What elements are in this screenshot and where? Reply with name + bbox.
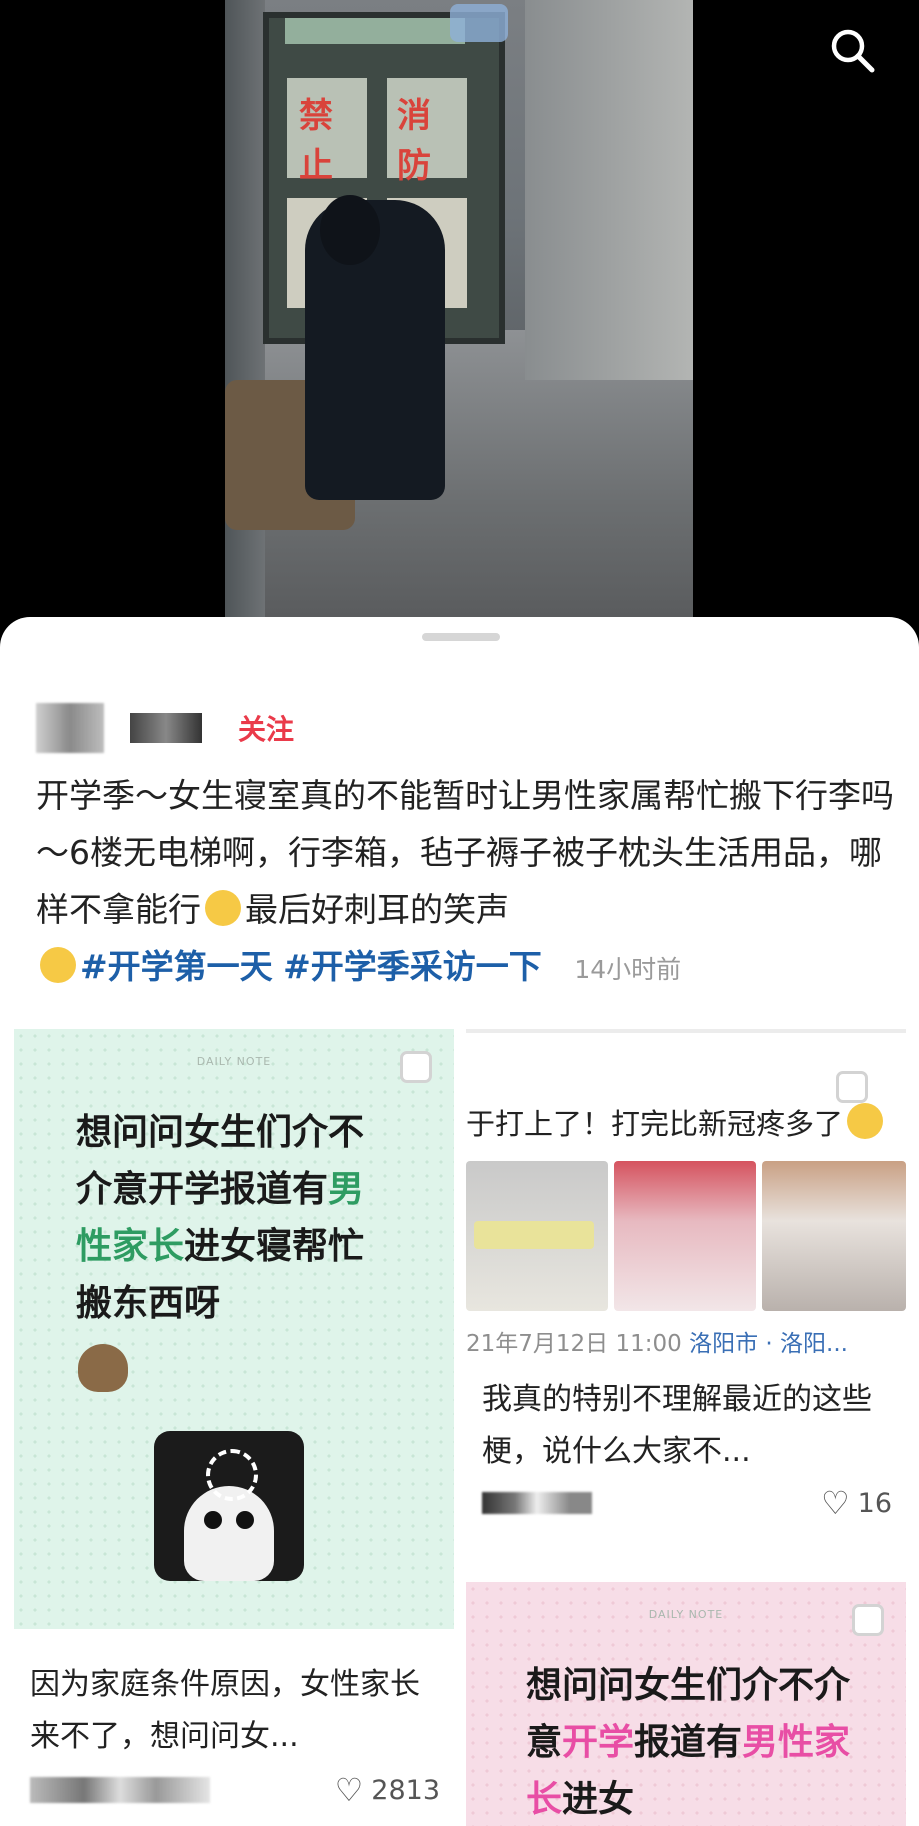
sweat-emoji-icon xyxy=(205,890,241,926)
note-cover: DAILY NOTE 想问问女生们介不介意开学报道有男性家长进女 xyxy=(466,1582,906,1826)
checkbox-icon xyxy=(400,1051,432,1083)
hashtag-interview[interactable]: #开学季采访一下 xyxy=(283,947,542,986)
card-text: 因为家庭条件原因，女性家长来不了，想问问女... xyxy=(30,1667,420,1754)
card-meta: 21年7月12日 11:00 洛阳市 · 洛阳... xyxy=(466,1331,848,1357)
post-body: 开学季～女生寝室真的不能暂时让男性家属帮忙搬下行李吗～6楼无电梯啊，行李箱，毡子… xyxy=(36,767,896,998)
card-footer: ♡ 2813 xyxy=(30,1771,440,1811)
thumbnail-image xyxy=(466,1161,608,1311)
cat-image xyxy=(154,1431,304,1581)
drag-handle[interactable] xyxy=(422,633,500,641)
card-author[interactable] xyxy=(30,1777,210,1803)
eye-roll-emoji-icon xyxy=(40,947,76,983)
search-button[interactable] xyxy=(820,18,884,82)
author-name[interactable] xyxy=(130,713,202,743)
card-text: 我真的特别不理解最近的这些梗，说什么大家不... xyxy=(482,1382,872,1469)
post-text-tail: 最后好刺耳的笑声 xyxy=(245,890,509,929)
post-time: 14小时前 xyxy=(574,955,682,984)
video-frame: 禁 止 消 防 xyxy=(225,0,693,617)
card-footer: ♡ 16 xyxy=(482,1484,892,1524)
card-author[interactable] xyxy=(482,1492,592,1514)
image-thumbnails xyxy=(466,1161,906,1311)
daily-note-label: DAILY NOTE xyxy=(648,1608,724,1621)
hashtag-first-day[interactable]: #开学第一天 xyxy=(80,947,273,986)
note-title: 想问问女生们介不介意开学报道有男性家长进女 xyxy=(526,1665,851,1820)
author-row: 关注 xyxy=(36,703,294,753)
like-button[interactable]: ♡ 2813 xyxy=(335,1771,440,1809)
daily-note-label: DAILY NOTE xyxy=(196,1055,272,1068)
loading-icon xyxy=(206,1449,258,1501)
checkbox-icon xyxy=(852,1604,884,1636)
thumbnail-image xyxy=(614,1161,756,1311)
dog-emoji-icon xyxy=(78,1344,128,1392)
follow-button[interactable]: 关注 xyxy=(238,708,294,748)
like-count: 16 xyxy=(857,1487,892,1519)
like-button[interactable]: ♡ 16 xyxy=(821,1484,892,1522)
video-player[interactable]: 禁 止 消 防 xyxy=(0,0,919,640)
post-detail-sheet: 关注 开学季～女生寝室真的不能暂时让男性家属帮忙搬下行李吗～6楼无电梯啊，行李箱… xyxy=(0,617,919,1826)
feed-card-right-2[interactable]: DAILY NOTE 想问问女生们介不介意开学报道有男性家长进女 xyxy=(466,1582,906,1826)
avatar[interactable] xyxy=(36,703,104,753)
feed-card-left[interactable]: DAILY NOTE 想问问女生们介不介意开学报道有男性家长进女寝帮忙搬东西呀 … xyxy=(14,1029,454,1826)
note-title: 想问问女生们介不介意开学报道有男性家长进女寝帮忙搬东西呀 xyxy=(76,1112,365,1324)
heart-icon: ♡ xyxy=(334,1771,364,1809)
thumbnail-image xyxy=(762,1161,906,1311)
face-emoji-icon xyxy=(847,1103,884,1139)
checkbox-icon xyxy=(836,1071,868,1103)
card-title: 于打上了！打完比新冠疼多了 xyxy=(466,1101,887,1143)
heart-icon: ♡ xyxy=(820,1484,850,1522)
search-icon xyxy=(831,29,875,73)
note-cover: DAILY NOTE 想问问女生们介不介意开学报道有男性家长进女寝帮忙搬东西呀 xyxy=(14,1029,454,1629)
like-count: 2813 xyxy=(371,1774,440,1806)
